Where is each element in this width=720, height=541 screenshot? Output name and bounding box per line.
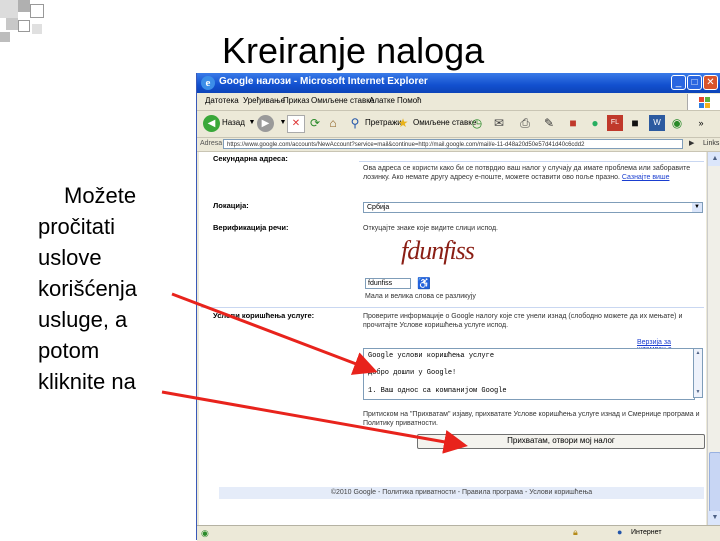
back-arrow-icon[interactable]: ◀ [203, 115, 220, 132]
toolbar: ◀ Назад ▼ ▶ ▼ ✕ ⟳ ⌂ ⚲ Претражи ★ Омиљене… [197, 111, 720, 138]
title-bar: e Google налози - Microsoft Internet Exp… [197, 73, 720, 93]
menu-file[interactable]: Датотека [205, 96, 239, 105]
favorites-star-icon[interactable]: ★ [395, 115, 411, 131]
menu-help[interactable]: Помоћ [397, 96, 422, 105]
slide-title: Kreiranje naloga [222, 30, 485, 71]
toolbar-more-icon[interactable]: » [693, 115, 709, 131]
menu-tools[interactable]: Алатке [369, 96, 395, 105]
menu-edit[interactable]: Уређивање [243, 96, 285, 105]
page-viewport: Секундарна адреса: Ова адреса се користи… [199, 152, 706, 525]
location-value: Србија [367, 204, 390, 211]
slide-text-line: Možete [64, 183, 137, 208]
messenger-icon[interactable]: ● [587, 115, 603, 131]
field-separator [359, 161, 704, 162]
windows-flag-icon [687, 94, 720, 110]
scroll-up-icon[interactable]: ▲ [708, 152, 720, 166]
search-icon[interactable]: ⚲ [347, 115, 363, 131]
slide-text-line: kliknite na [38, 369, 136, 394]
secondary-email-label: Секундарна адреса: [213, 154, 288, 163]
maximize-button[interactable]: □ [687, 75, 702, 90]
lock-icon: 🔒︎ [573, 527, 578, 537]
mail-icon[interactable]: ✉ [491, 115, 507, 131]
ie-logo-icon: e [201, 76, 215, 90]
address-bar: Adresa https://www.google.com/accounts/N… [197, 138, 720, 152]
pdf-icon[interactable]: FL [607, 115, 623, 131]
decor-square [6, 18, 18, 30]
menu-favorites[interactable]: Омиљене ставке [311, 96, 374, 105]
scroll-down-icon[interactable]: ▼ [694, 388, 702, 397]
scroll-down-icon[interactable]: ▼ [708, 511, 720, 525]
minimize-button[interactable]: _ [671, 75, 686, 90]
decor-square [0, 0, 18, 18]
go-button[interactable]: ▶ [689, 139, 694, 147]
address-input[interactable]: https://www.google.com/accounts/NewAccou… [223, 139, 683, 149]
history-icon[interactable]: ◷ [469, 115, 485, 131]
verification-help: Откуцајте знаке које видите слици испод. [363, 225, 499, 232]
location-select[interactable]: Србија ▼ [363, 202, 703, 213]
window-title: Google налози - Microsoft Internet Explo… [219, 76, 428, 87]
captcha-input[interactable]: fdunfiss [365, 278, 411, 289]
captcha-note: Мала и велика слова се разликују [365, 293, 476, 300]
chevron-down-icon: ▼ [692, 203, 702, 212]
word-icon[interactable]: W [649, 115, 665, 131]
favorites-button-label[interactable]: Омиљене ставке [413, 118, 476, 127]
accept-create-account-button[interactable]: Прихватам, отвори мој налог [417, 434, 705, 449]
tos-box-line: Добро дошли у Google! [368, 369, 457, 377]
decor-square [18, 20, 30, 32]
status-zone-text: Интернет [631, 529, 662, 536]
back-button-label[interactable]: Назад [222, 118, 245, 127]
captcha-image: fdunfiss [401, 236, 475, 265]
learn-more-link[interactable]: Сазнајте више [622, 174, 670, 181]
stop-icon[interactable]: ✕ [287, 115, 305, 133]
scrollbar-thumb[interactable] [709, 452, 720, 512]
slide-text-line: korišćenja [38, 276, 138, 301]
print-icon[interactable]: ⎙ [517, 115, 533, 131]
menu-view[interactable]: Приказ [283, 96, 309, 105]
tos-box-line: 1. Ваш однос са компанијом Google [368, 387, 507, 395]
tos-scrollbar[interactable]: ▲ ▼ [693, 348, 703, 398]
page-done-icon: ◉ [201, 528, 209, 538]
verification-label: Верификација речи: [213, 223, 289, 232]
discuss-icon[interactable]: ■ [565, 115, 581, 131]
forward-arrow-icon[interactable]: ▶ [257, 115, 274, 132]
slide-text-line: potom [38, 338, 100, 363]
slide-text-line: uslove [38, 245, 102, 270]
location-label: Локација: [213, 201, 249, 210]
media-icon[interactable]: ■ [627, 115, 643, 131]
home-icon[interactable]: ⌂ [325, 115, 341, 131]
tos-label: Услови коришћења услуге: [213, 311, 315, 320]
decor-square [30, 4, 44, 18]
decor-square [18, 0, 30, 12]
agree-text: Притиском на "Прихватам" изјаву, прихват… [363, 411, 700, 427]
ie-sync-icon[interactable]: ◉ [669, 115, 685, 131]
slide-text-line: pročitati [38, 214, 116, 239]
accessibility-icon[interactable]: ♿ [417, 277, 431, 290]
tos-box-line: Google услови коришћења услуге [368, 352, 495, 360]
tos-help: Проверите информације о Google налогу ко… [363, 313, 683, 329]
links-label[interactable]: Links [703, 140, 719, 147]
edit-icon[interactable]: ✎ [541, 115, 557, 131]
slide-text-line: usluge, a [38, 307, 128, 332]
menu-bar: Датотека Уређивање Приказ Омиљене ставке… [197, 94, 720, 111]
slide-body-text: Možete pročitati uslove korišćenja uslug… [38, 180, 188, 397]
refresh-icon[interactable]: ⟳ [307, 115, 323, 131]
secondary-email-help: Ова адреса се користи како би се потврди… [363, 164, 703, 191]
field-separator [201, 307, 704, 308]
internet-zone-icon: ● [617, 527, 623, 537]
decor-square [0, 32, 10, 42]
page-footer: ©2010 Google - Политика приватности - Пр… [219, 487, 704, 499]
page-scrollbar[interactable]: ▲ ▼ [707, 152, 720, 525]
decor-square [32, 24, 42, 34]
scroll-up-icon[interactable]: ▲ [694, 349, 702, 358]
status-bar: ◉ 🔒︎ ● Интернет [197, 525, 720, 541]
tos-textbox[interactable]: Google услови коришћења услуге Добро дош… [363, 348, 695, 400]
address-label: Adresa [200, 140, 223, 147]
close-button[interactable]: ✕ [703, 75, 718, 90]
browser-window: e Google налози - Microsoft Internet Exp… [196, 73, 720, 541]
